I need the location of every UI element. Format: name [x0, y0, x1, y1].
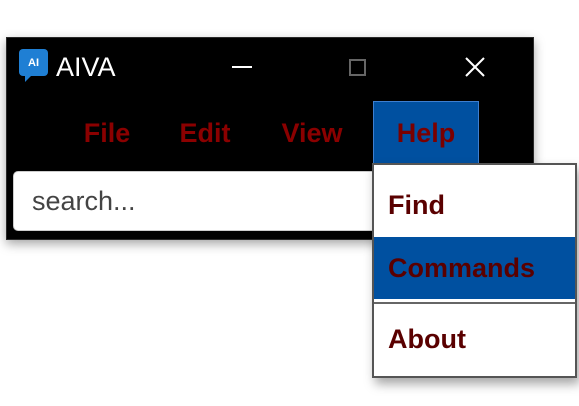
maximize-button[interactable] — [327, 38, 387, 96]
menu-view[interactable]: View — [269, 101, 355, 165]
title-bar[interactable]: AI AIVA — [7, 38, 533, 96]
search-box[interactable] — [13, 171, 413, 231]
window-title: AIVA — [56, 52, 116, 82]
ai-chat-icon: AI — [19, 49, 48, 82]
help-dropdown-menu: Find Commands About — [372, 163, 577, 378]
maximize-icon — [348, 58, 366, 76]
close-button[interactable] — [445, 38, 505, 96]
menu-help[interactable]: Help — [373, 101, 479, 165]
menu-file[interactable]: File — [69, 101, 145, 165]
minimize-button[interactable] — [212, 38, 272, 96]
minimize-icon — [232, 66, 252, 68]
menu-item-commands[interactable]: Commands — [374, 237, 575, 299]
menu-edit[interactable]: Edit — [167, 101, 243, 165]
search-input[interactable] — [14, 172, 412, 230]
app-icon-text: AI — [28, 56, 39, 69]
close-icon — [465, 57, 485, 77]
menu-separator — [374, 302, 575, 304]
menu-item-find[interactable]: Find — [374, 173, 575, 237]
menu-bar: File Edit View Help — [7, 96, 533, 168]
menu-item-about[interactable]: About — [374, 307, 575, 371]
